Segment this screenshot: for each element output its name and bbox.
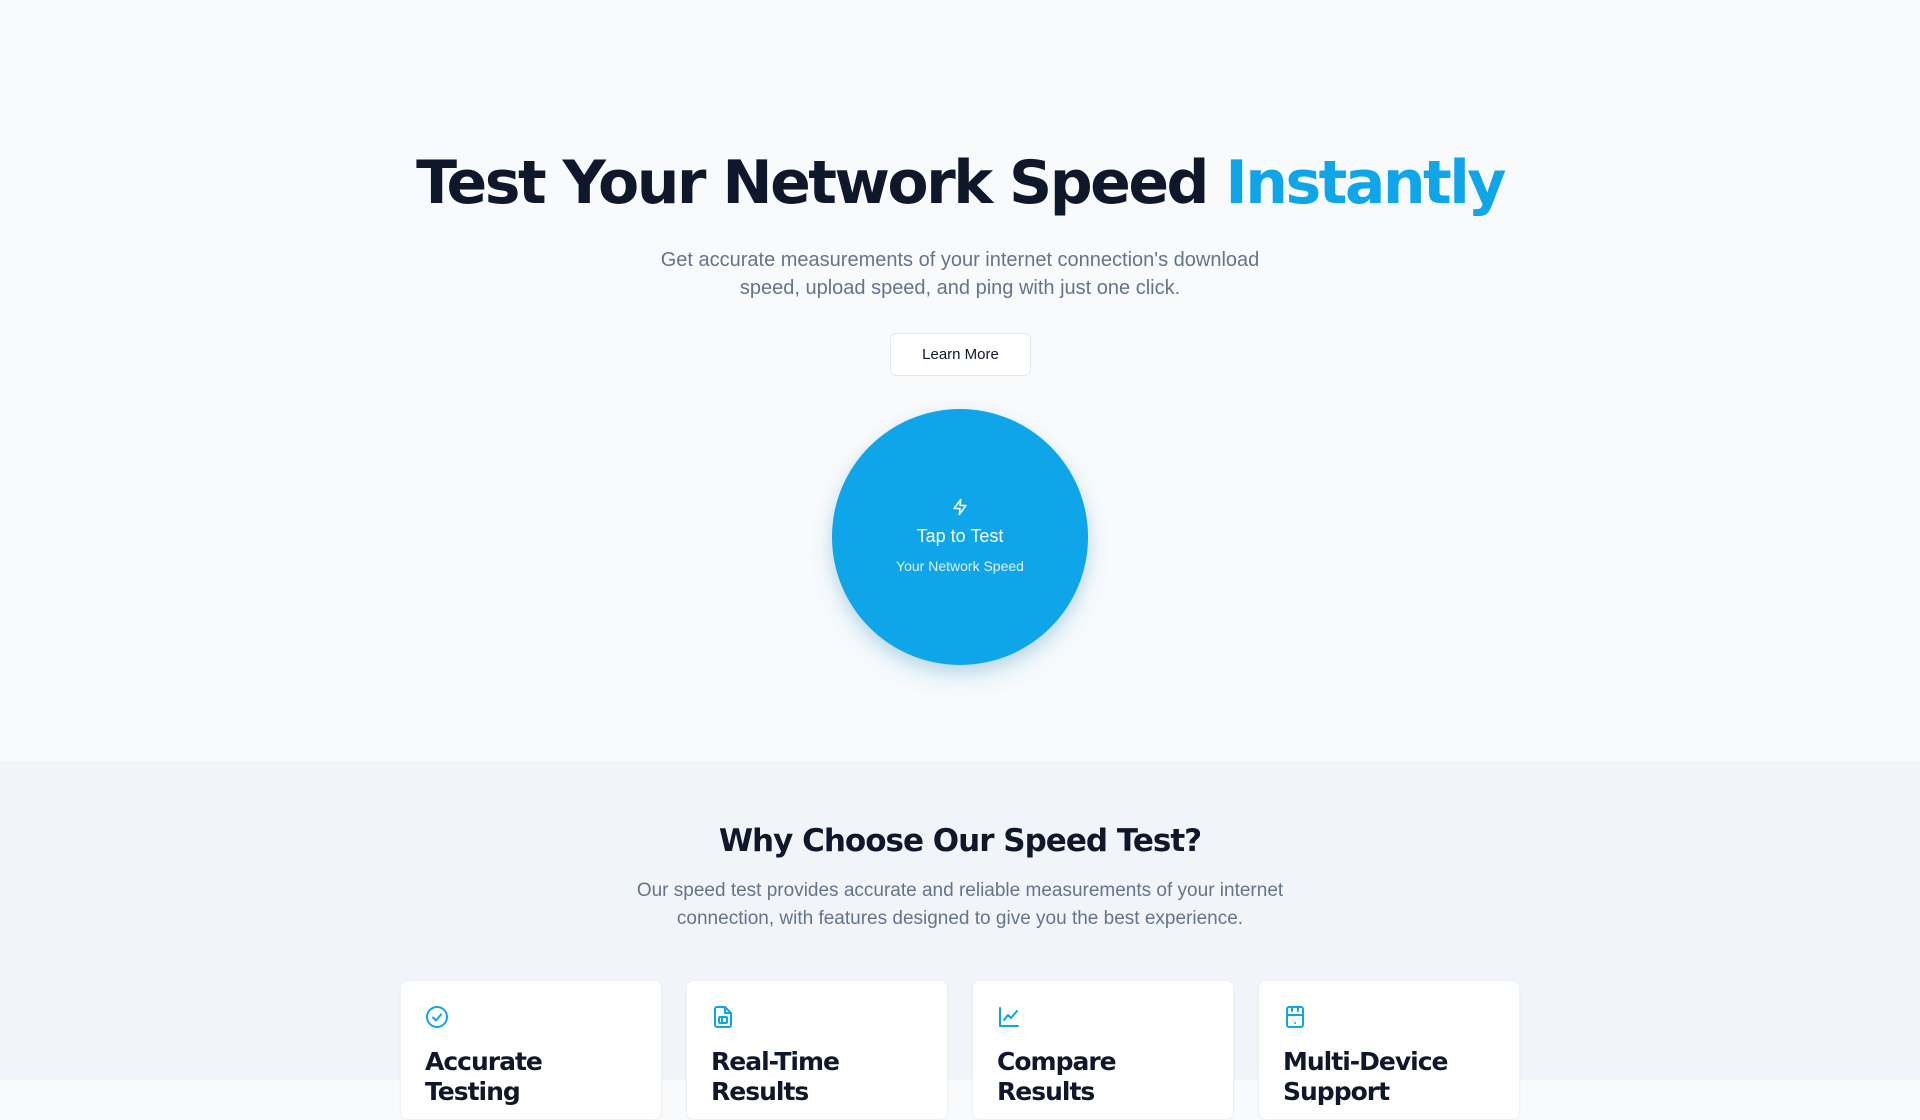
feature-card-real-time-results: Real-Time Results xyxy=(686,980,948,1120)
feature-card-accurate-testing: Accurate Testing xyxy=(400,980,662,1120)
hero-title: Test Your Network Speed Instantly xyxy=(0,148,1920,218)
check-circle-icon xyxy=(426,1006,448,1028)
feature-card-title: Compare Results xyxy=(997,1047,1117,1106)
feature-card-title: Accurate Testing xyxy=(425,1047,543,1106)
hero-subtitle: Get accurate measurements of your intern… xyxy=(660,249,1260,299)
document-chart-icon xyxy=(714,1006,732,1028)
features-title: Why Choose Our Speed Test? xyxy=(718,823,1202,859)
feature-card-compare-results: Compare Results xyxy=(972,980,1234,1120)
tap-to-test-sublabel: Your Network Speed xyxy=(896,558,1024,574)
features-subtitle: Our speed test provides accurate and rel… xyxy=(636,880,1284,929)
hero-section: Test Your Network Speed Instantly Get ac… xyxy=(0,0,1920,761)
start-speed-test-button[interactable]: Tap to Test Your Network Speed xyxy=(832,409,1088,665)
device-icon xyxy=(1286,1006,1304,1028)
tap-to-test-label: Tap to Test xyxy=(916,526,1004,546)
feature-card-title: Multi-Device Support xyxy=(1283,1047,1449,1106)
line-chart-icon xyxy=(999,1007,1019,1027)
feature-card-title: Real-Time Results xyxy=(711,1047,840,1106)
feature-cards: Accurate Testing Real-Time Results Compa… xyxy=(400,980,1520,1120)
learn-more-button[interactable]: Learn More xyxy=(890,333,1031,376)
hero-title-accent: Instantly xyxy=(1225,148,1506,218)
features-section: Why Choose Our Speed Test? Our speed tes… xyxy=(0,761,1920,1120)
hero-title-main: Test Your Network Speed xyxy=(416,148,1209,218)
feature-card-multi-device: Multi-Device Support xyxy=(1258,980,1520,1120)
bolt-icon xyxy=(953,498,967,516)
